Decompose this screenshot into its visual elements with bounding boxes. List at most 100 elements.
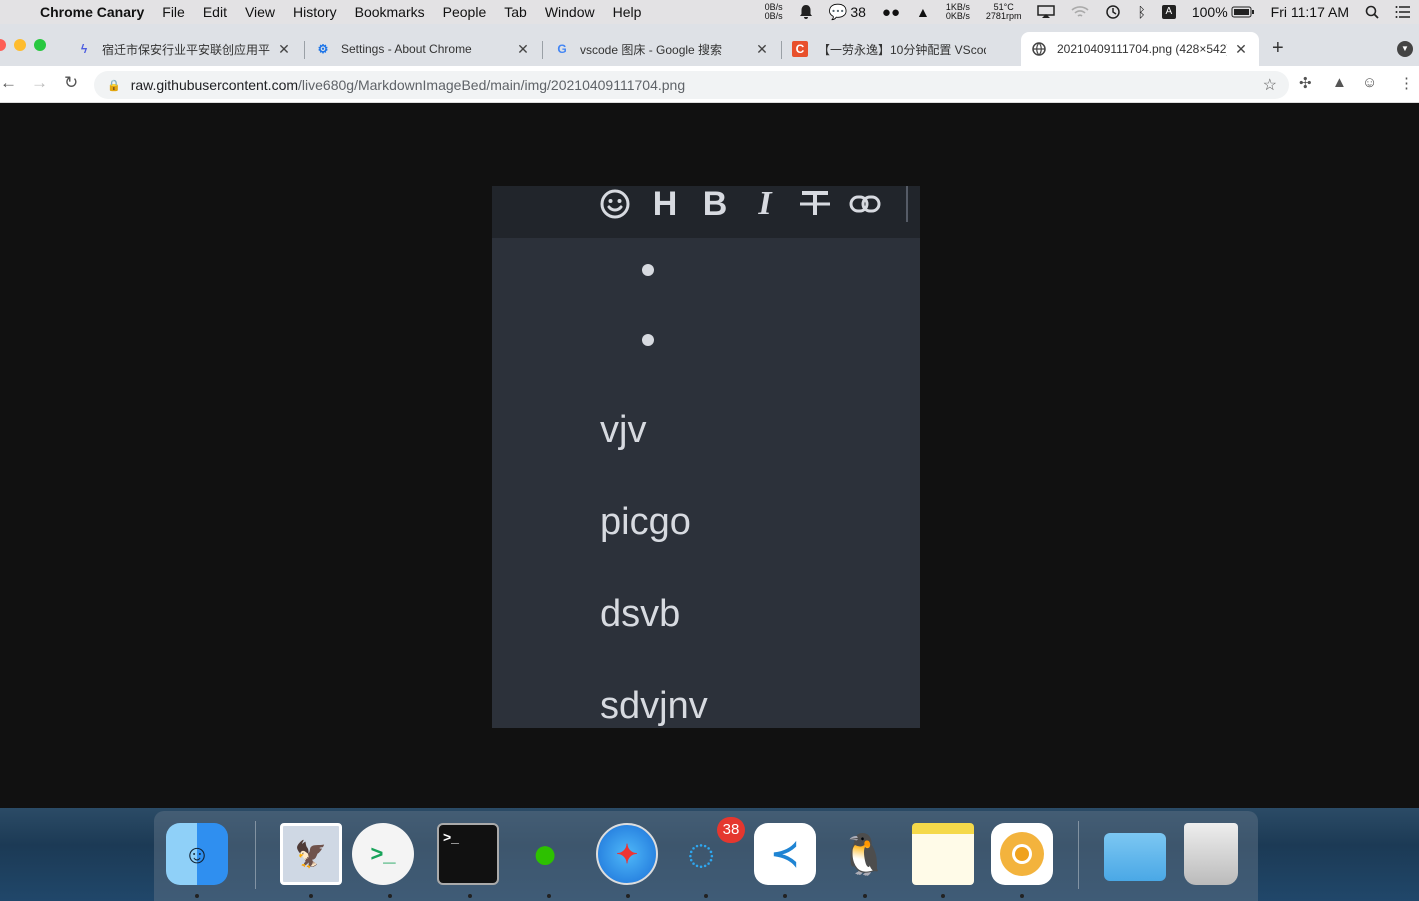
vscode-icon[interactable]: ≺: [754, 823, 816, 885]
link-icon: [848, 186, 882, 222]
notification-badge: 38: [717, 817, 745, 843]
toolbar-divider: [906, 186, 908, 222]
app-menu[interactable]: Chrome Canary: [40, 4, 153, 20]
running-indicator: [704, 894, 708, 898]
close-icon[interactable]: ✕: [276, 41, 292, 58]
status-area: 0B/s 0B/s 💬 38 ●● ▲ 1KB/s 0KB/s 51°C 2781rp…: [757, 0, 1419, 24]
fan-text: 2781rpm: [985, 11, 1022, 21]
wechat-icon[interactable]: ●: [514, 823, 576, 885]
list-bullet: [642, 334, 654, 346]
net-down-text: 0B/s: [764, 11, 783, 21]
forward-arrow-icon[interactable]: →: [31, 73, 48, 93]
close-icon[interactable]: ✕: [1233, 41, 1249, 58]
preview-icon[interactable]: 🦅: [280, 823, 342, 885]
tab-4-active[interactable]: 20210409111704.png (428×542) ✕: [1021, 32, 1259, 66]
menu-view[interactable]: View: [236, 4, 284, 20]
flask-icon[interactable]: ▲: [1332, 74, 1347, 91]
trash-icon[interactable]: [1184, 823, 1238, 885]
terminal-icon[interactable]: >_: [437, 823, 499, 885]
tab-1[interactable]: ⚙ Settings - About Chrome ✕: [305, 32, 541, 66]
dock: ☺ 🦅 >_ >_ ● ✦ ◌ 38 ≺ 🐧: [154, 811, 1258, 901]
profile-avatar[interactable]: ☺: [1362, 74, 1377, 91]
disk-write-text: 0KB/s: [945, 11, 970, 21]
messages-status[interactable]: 💬 38: [821, 3, 874, 21]
wifi-icon[interactable]: [1063, 5, 1097, 19]
sensors[interactable]: 51°C 2781rpm: [978, 3, 1030, 21]
tab-2[interactable]: G vscode 图床 - Google 搜索 ✕: [544, 32, 780, 66]
reload-icon[interactable]: ↻: [64, 73, 78, 93]
displayed-image: H B I vjv picgo dsvb sdvjnv: [492, 186, 920, 728]
extensions-puzzle-icon[interactable]: ✣: [1299, 74, 1312, 92]
google-icon: G: [557, 42, 567, 56]
disk-speed[interactable]: 1KB/s 0KB/s: [938, 3, 978, 21]
airplay-icon[interactable]: [1029, 5, 1063, 19]
downloads-folder-icon[interactable]: [1104, 833, 1166, 881]
time-machine-icon[interactable]: [1097, 4, 1129, 20]
menu-people[interactable]: People: [434, 4, 496, 20]
battery-status[interactable]: 100%: [1184, 4, 1263, 20]
macos-menu-bar: Chrome Canary File Edit View History Boo…: [0, 0, 1419, 24]
network-speed[interactable]: 0B/s 0B/s: [757, 3, 791, 21]
url-host: raw.githubusercontent.com: [130, 77, 299, 93]
battery-icon: [1231, 6, 1254, 18]
cat-icon[interactable]: ▲: [908, 4, 938, 20]
running-indicator: [547, 894, 551, 898]
bookmark-star-icon[interactable]: ☆: [1263, 75, 1277, 95]
menu-edit[interactable]: Edit: [194, 4, 236, 20]
browser-toolbar: ← → ↻ 🔒 raw.githubusercontent.com /live6…: [0, 66, 1419, 103]
wechat-icon[interactable]: ●●: [874, 4, 908, 21]
close-icon[interactable]: ✕: [754, 41, 770, 58]
menu-bookmarks[interactable]: Bookmarks: [346, 4, 434, 20]
tab-3[interactable]: C 【一劳永逸】10分钟配置 VScode ✕: [782, 32, 1018, 66]
close-icon[interactable]: ✕: [515, 41, 531, 58]
menu-help[interactable]: Help: [604, 4, 651, 20]
messages-terminal-icon[interactable]: >_: [352, 823, 414, 885]
image-editor-toolbar: H B I: [492, 186, 920, 238]
input-source[interactable]: A: [1154, 5, 1184, 19]
lock-icon[interactable]: 🔒: [107, 79, 121, 92]
menu-tab[interactable]: Tab: [495, 4, 536, 20]
spotlight-search-icon[interactable]: [1357, 5, 1387, 19]
image-text-line: sdvjnv: [600, 685, 708, 727]
strikethrough-icon: [798, 186, 832, 222]
qq-penguin-icon[interactable]: 🐧: [833, 823, 895, 885]
tab-title: Settings - About Chrome: [341, 42, 472, 56]
tab-title: 宿迁市保安行业平安联创应用平台: [102, 42, 270, 57]
back-arrow-icon[interactable]: ←: [0, 73, 17, 93]
zoom-window-button[interactable]: [34, 39, 46, 51]
tab-title: vscode 图床 - Google 搜索: [580, 42, 723, 57]
image-text-line: picgo: [600, 501, 691, 543]
running-indicator: [388, 894, 392, 898]
notes-icon[interactable]: [912, 823, 974, 885]
running-indicator: [468, 894, 472, 898]
finder-icon[interactable]: ☺: [166, 823, 228, 885]
tab-title: 20210409111704.png (428×542): [1057, 42, 1227, 56]
tab-search-chevron-icon[interactable]: ▼: [1397, 41, 1413, 57]
url-path: /live680g/MarkdownImageBed/main/img/2021…: [298, 77, 686, 93]
address-bar[interactable]: 🔒 raw.githubusercontent.com /live680g/Ma…: [94, 71, 1289, 99]
csdn-icon: C: [792, 41, 808, 57]
chrome-canary-icon[interactable]: [991, 823, 1053, 885]
tab-0[interactable]: ϟ 宿迁市保安行业平安联创应用平台 ✕: [66, 32, 302, 66]
battery-percent: 100%: [1191, 4, 1228, 20]
tab-title: 【一劳永逸】10分钟配置 VScode: [818, 42, 986, 57]
bolt-icon: ϟ: [80, 42, 88, 56]
menu-file[interactable]: File: [153, 4, 194, 20]
more-menu-icon[interactable]: ⋮: [1399, 74, 1414, 92]
menu-history[interactable]: History: [284, 4, 346, 20]
notification-center-icon[interactable]: [1387, 6, 1419, 18]
menu-window[interactable]: Window: [536, 4, 604, 20]
heading-icon: H: [652, 186, 678, 223]
chat-bubble-icon: 💬: [828, 4, 848, 21]
minimize-window-button[interactable]: [14, 39, 26, 51]
input-source-label: A: [1161, 5, 1176, 19]
bluetooth-icon[interactable]: ᛒ: [1129, 4, 1153, 20]
safari-compass-icon[interactable]: ✦: [596, 823, 658, 885]
new-tab-button[interactable]: +: [1272, 37, 1284, 60]
bell-icon[interactable]: [791, 4, 821, 20]
list-bullet: [642, 264, 654, 276]
italic-icon: I: [758, 186, 772, 222]
running-indicator: [626, 894, 630, 898]
clock[interactable]: Fri 11:17 AM: [1263, 4, 1357, 20]
close-window-button[interactable]: [0, 39, 6, 51]
